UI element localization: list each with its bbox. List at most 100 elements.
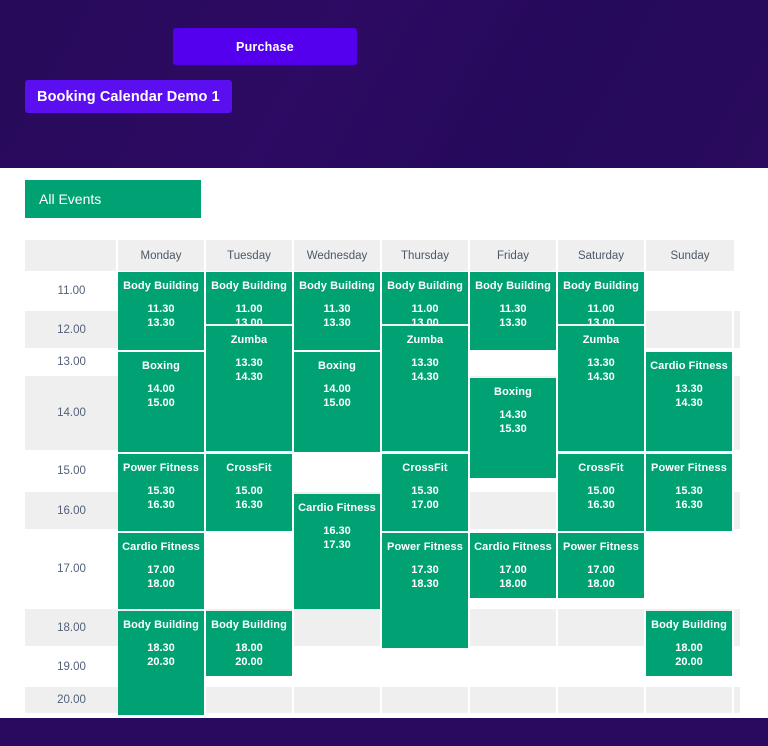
- event-end-time: 14.30: [411, 371, 439, 383]
- calendar-event[interactable]: Zumba 13.30 14.30: [382, 326, 468, 451]
- event-start-time: 11.30: [323, 303, 351, 315]
- day-header-wednesday: Wednesday: [294, 240, 382, 271]
- event-time-range: 11.00 13.00: [206, 302, 292, 324]
- event-time-range: 11.30 13.30: [470, 302, 556, 330]
- event-end-time: 14.30: [587, 371, 615, 383]
- event-name: Power Fitness: [123, 462, 199, 474]
- event-start-time: 14.00: [323, 383, 351, 395]
- event-end-time: 18.00: [587, 578, 615, 590]
- event-end-time: 13.00: [411, 317, 439, 324]
- calendar-event[interactable]: CrossFit 15.30 17.00: [382, 454, 468, 531]
- event-end-time: 16.30: [235, 499, 263, 511]
- event-name: Body Building: [211, 619, 287, 631]
- event-start-time: 11.00: [411, 303, 439, 315]
- calendar-event[interactable]: Power Fitness 17.30 18.30: [382, 533, 468, 648]
- time-column-header: [25, 240, 118, 271]
- event-end-time: 15.30: [499, 423, 527, 435]
- event-end-time: 20.30: [147, 656, 175, 668]
- event-time-range: 11.30 13.30: [118, 302, 204, 330]
- calendar-event[interactable]: Boxing 14.00 15.00: [118, 352, 204, 452]
- event-name: Cardio Fitness: [474, 541, 552, 553]
- event-start-time: 13.30: [587, 357, 615, 369]
- event-time-range: 18.30 20.30: [118, 641, 204, 669]
- calendar-event[interactable]: Body Building 11.30 13.30: [118, 272, 204, 350]
- calendar-event[interactable]: Body Building 11.30 13.30: [294, 272, 380, 350]
- event-name: Cardio Fitness: [650, 360, 728, 372]
- event-end-time: 14.30: [235, 371, 263, 383]
- calendar-event[interactable]: CrossFit 15.00 16.30: [558, 454, 644, 531]
- event-start-time: 17.00: [587, 564, 615, 576]
- hour-label: 17.00: [57, 563, 86, 575]
- tab-all-events[interactable]: All Events: [25, 180, 201, 218]
- event-time-range: 16.30 17.30: [294, 524, 380, 552]
- calendar-event[interactable]: Body Building 18.00 20.00: [206, 611, 292, 676]
- event-start-time: 16.30: [323, 525, 351, 537]
- event-name: Body Building: [475, 280, 551, 292]
- event-start-time: 15.30: [411, 485, 439, 497]
- event-time-range: 14.00 15.00: [294, 382, 380, 410]
- hour-label: 11.00: [57, 284, 86, 297]
- hour-label: 18.00: [57, 621, 86, 634]
- event-name: Cardio Fitness: [122, 541, 200, 553]
- event-time-range: 18.00 20.00: [646, 641, 732, 669]
- calendar-event[interactable]: Zumba 13.30 14.30: [558, 326, 644, 451]
- calendar-header-row: Monday Tuesday Wednesday Thursday Friday…: [25, 240, 740, 271]
- event-start-time: 15.30: [147, 485, 175, 497]
- calendar-event[interactable]: Power Fitness 15.30 16.30: [118, 454, 204, 531]
- site-title-badge: Booking Calendar Demo 1: [25, 80, 232, 113]
- event-time-range: 17.00 18.00: [470, 563, 556, 591]
- event-end-time: 18.30: [411, 578, 439, 590]
- booking-calendar: Monday Tuesday Wednesday Thursday Friday…: [25, 240, 740, 715]
- event-end-time: 13.00: [587, 317, 615, 324]
- event-start-time: 11.30: [499, 303, 527, 315]
- calendar-event[interactable]: Body Building 11.00 13.00: [382, 272, 468, 324]
- calendar-event[interactable]: Cardio Fitness 17.00 18.00: [470, 533, 556, 598]
- event-end-time: 15.00: [323, 397, 351, 409]
- main-content: All Events Monday Tuesday Wednesday Thur…: [0, 168, 768, 718]
- event-name: Power Fitness: [651, 462, 727, 474]
- event-time-range: 15.30 17.00: [382, 484, 468, 512]
- event-start-time: 14.00: [147, 383, 175, 395]
- hour-label: 20.00: [57, 694, 86, 706]
- event-name: Body Building: [211, 280, 287, 292]
- calendar-event[interactable]: Body Building 11.30 13.30: [470, 272, 556, 350]
- footer-band: [0, 718, 768, 746]
- calendar-event[interactable]: Cardio Fitness 16.30 17.30: [294, 494, 380, 609]
- event-name: Power Fitness: [563, 541, 639, 553]
- event-name: Body Building: [299, 280, 375, 292]
- calendar-event[interactable]: Cardio Fitness 13.30 14.30: [646, 352, 732, 451]
- event-start-time: 17.30: [411, 564, 439, 576]
- event-end-time: 18.00: [499, 578, 527, 590]
- calendar-event[interactable]: CrossFit 15.00 16.30: [206, 454, 292, 531]
- event-time-range: 17.30 18.30: [382, 563, 468, 591]
- day-header-monday: Monday: [118, 240, 206, 271]
- event-time-range: 15.30 16.30: [646, 484, 732, 512]
- calendar-event[interactable]: Power Fitness 17.00 18.00: [558, 533, 644, 598]
- calendar-event[interactable]: Body Building 18.00 20.00: [646, 611, 732, 676]
- hero-banner: Purchase Booking Calendar Demo 1: [0, 0, 768, 168]
- calendar-event[interactable]: Cardio Fitness 17.00 18.00: [118, 533, 204, 609]
- event-start-time: 17.00: [147, 564, 175, 576]
- calendar-event[interactable]: Body Building 11.00 13.00: [206, 272, 292, 324]
- event-time-range: 15.30 16.30: [118, 484, 204, 512]
- hour-label: 19.00: [57, 660, 86, 673]
- hour-label: 15.00: [57, 465, 86, 477]
- event-time-range: 14.30 15.30: [470, 408, 556, 436]
- calendar-event[interactable]: Zumba 13.30 14.30: [206, 326, 292, 451]
- calendar-event[interactable]: Body Building 18.30 20.30: [118, 611, 204, 715]
- hour-label: 13.00: [57, 356, 86, 368]
- event-name: Body Building: [563, 280, 639, 292]
- day-header-sunday: Sunday: [646, 240, 734, 271]
- calendar-event[interactable]: Body Building 11.00 13.00: [558, 272, 644, 324]
- event-start-time: 13.30: [235, 357, 263, 369]
- event-end-time: 14.30: [675, 397, 703, 409]
- purchase-button[interactable]: Purchase: [173, 28, 357, 65]
- event-start-time: 18.00: [675, 642, 703, 654]
- day-column-divider: [732, 272, 734, 715]
- event-name: Power Fitness: [387, 541, 463, 553]
- calendar-event[interactable]: Boxing 14.00 15.00: [294, 352, 380, 452]
- calendar-event[interactable]: Boxing 14.30 15.30: [470, 378, 556, 478]
- event-end-time: 18.00: [147, 578, 175, 590]
- calendar-event[interactable]: Power Fitness 15.30 16.30: [646, 454, 732, 531]
- event-end-time: 15.00: [147, 397, 175, 409]
